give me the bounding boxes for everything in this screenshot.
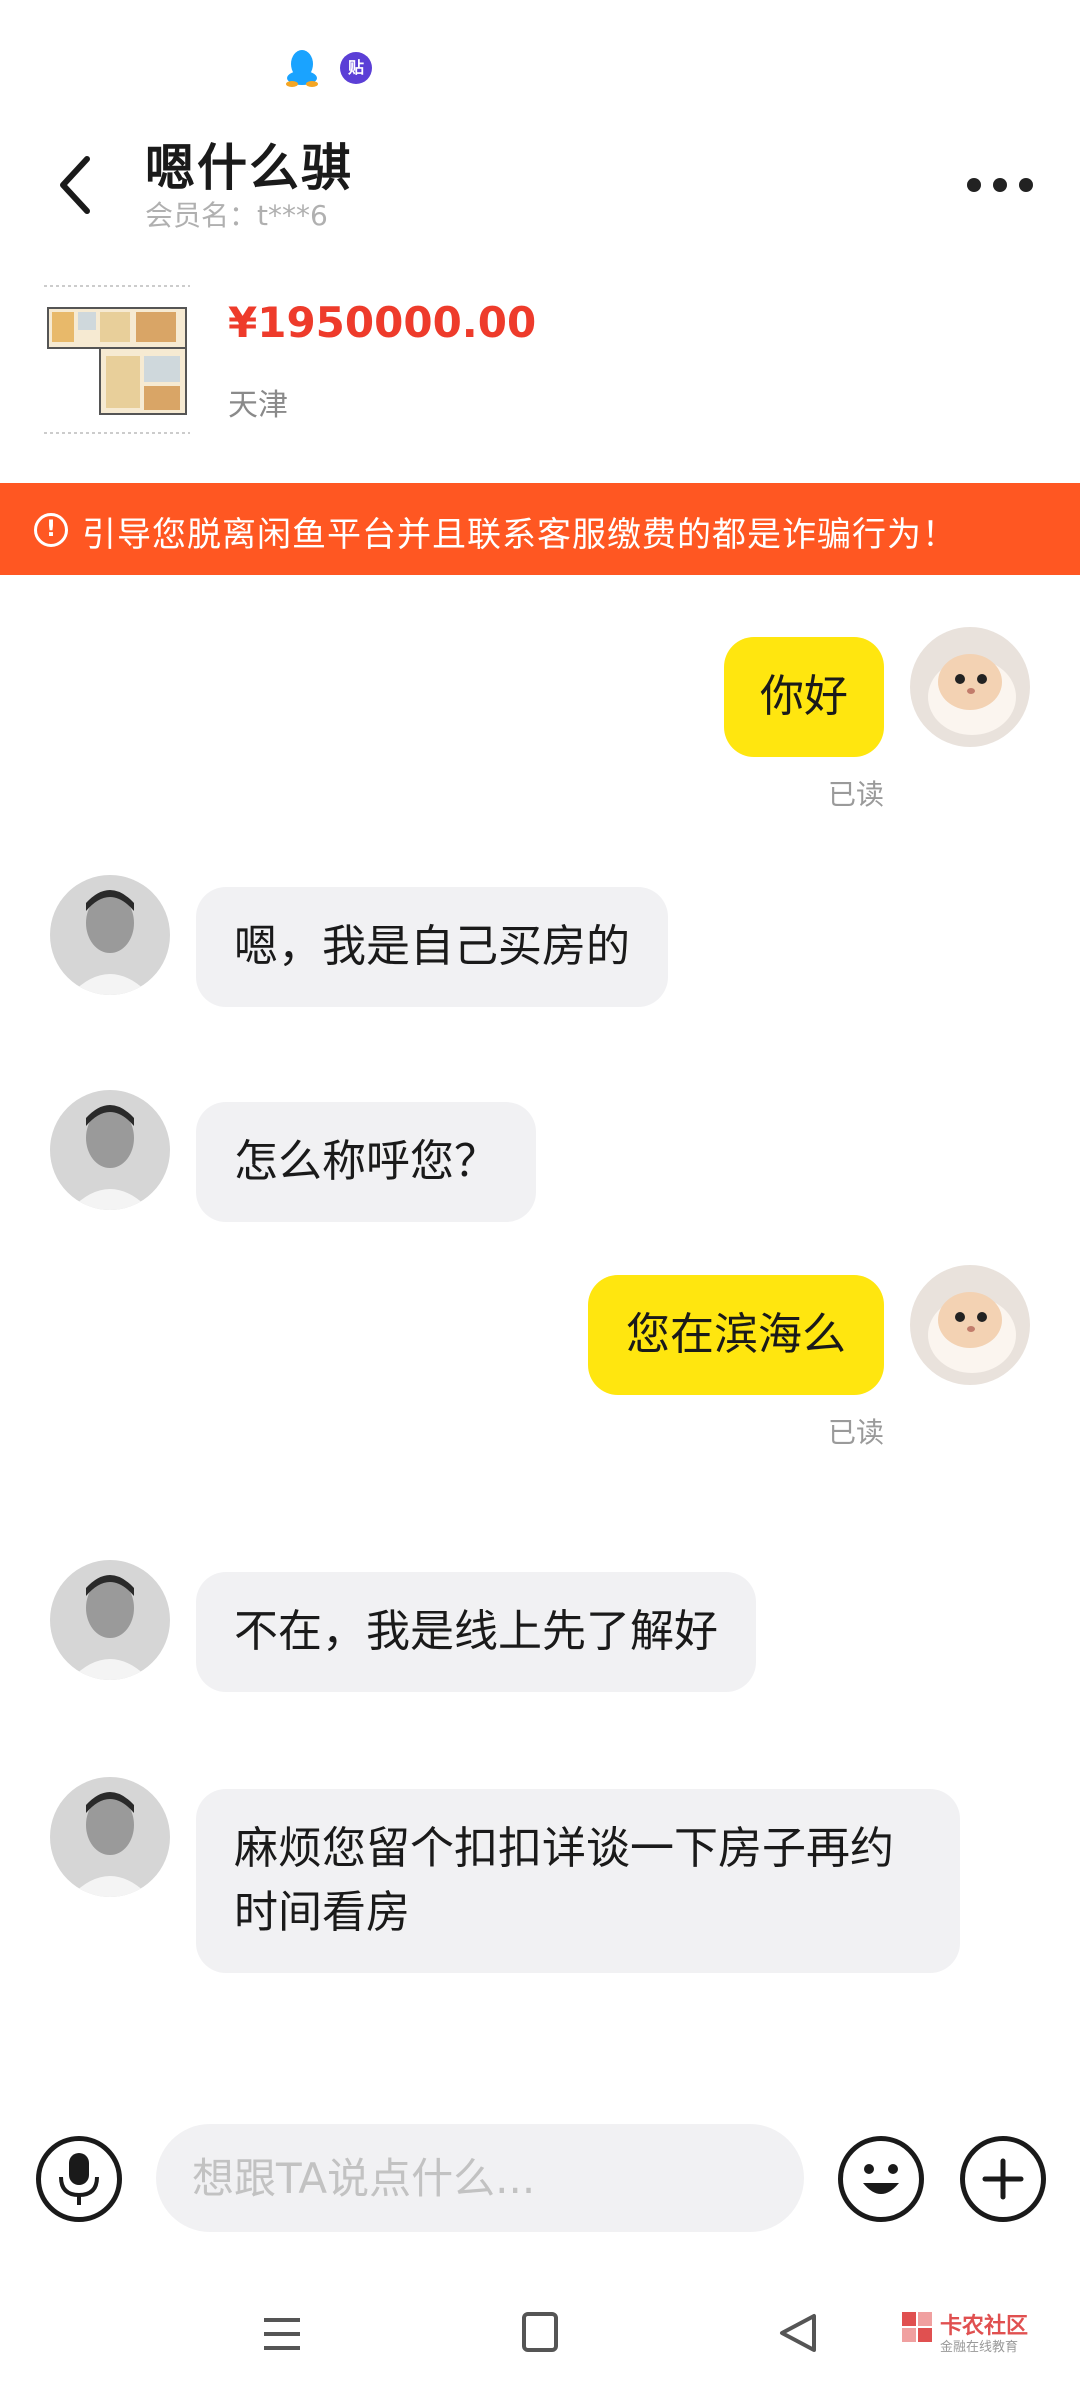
person-avatar-icon: [50, 1090, 170, 1210]
message-input[interactable]: [156, 2124, 804, 2232]
message-bubble[interactable]: 怎么称呼您？: [196, 1102, 536, 1222]
message-row: 你好 已读: [0, 575, 1080, 815]
message-row: 怎么称呼您？: [0, 1090, 1080, 1230]
chat-header: 嗯什么骐 会员名：t***6: [0, 110, 1080, 250]
home-icon[interactable]: [522, 2312, 558, 2352]
floorplan-thumbnail: [40, 282, 195, 437]
more-dot-icon: [1019, 178, 1033, 192]
message-row: 麻烦您留个扣扣详谈一下房子再约时间看房: [0, 1777, 1080, 1997]
status-bar: 贴: [0, 0, 1080, 110]
more-dot-icon: [993, 178, 1007, 192]
warning-text: 引导您脱离闲鱼平台并且联系客服缴费的都是诈骗行为！: [82, 515, 957, 555]
my-avatar[interactable]: [910, 1265, 1030, 1385]
my-avatar[interactable]: [910, 627, 1030, 747]
fraud-warning-banner: ! 引导您脱离闲鱼平台并且联系客服缴费的都是诈骗行为！: [0, 483, 1080, 575]
message-input-bar: [0, 2110, 1080, 2250]
message-row: 您在滨海么 已读: [0, 1265, 1080, 1505]
watermark: 卡农社区 金融在线教育: [900, 2304, 1060, 2364]
more-options-button[interactable]: [960, 150, 1040, 220]
kanong-logo-icon: [902, 2312, 932, 2342]
message-bubble[interactable]: 您在滨海么: [588, 1275, 884, 1395]
message-bubble[interactable]: 不在，我是线上先了解好: [196, 1572, 756, 1692]
contact-avatar[interactable]: [50, 1090, 170, 1210]
chevron-left-icon: [60, 156, 90, 214]
plus-icon: [982, 2158, 1024, 2200]
product-location: 天津: [228, 388, 288, 423]
menu-icon[interactable]: [262, 2314, 302, 2354]
warning-icon: !: [34, 513, 68, 547]
read-status: 已读: [828, 1416, 885, 1449]
product-card[interactable]: ¥1950000.00 天津: [0, 270, 1080, 450]
cat-avatar-icon: [910, 1265, 1030, 1385]
message-row: 不在，我是线上先了解好: [0, 1560, 1080, 1700]
more-dot-icon: [967, 178, 981, 192]
contact-avatar[interactable]: [50, 1777, 170, 1897]
nav-back-icon[interactable]: [778, 2312, 818, 2354]
message-bubble[interactable]: 麻烦您留个扣扣详谈一下房子再约时间看房: [196, 1789, 960, 1973]
microphone-icon: [59, 2153, 99, 2205]
smiley-icon: [863, 2164, 899, 2194]
product-price: ¥1950000.00: [228, 298, 537, 347]
watermark-subtitle: 金融在线教育: [940, 2340, 1019, 2355]
message-bubble[interactable]: 嗯，我是自己买房的: [196, 887, 668, 1007]
qq-icon: [286, 50, 318, 87]
voice-input-button[interactable]: [36, 2136, 122, 2222]
member-name: 会员名：t***6: [145, 199, 328, 232]
read-status: 已读: [828, 778, 885, 811]
contact-name: 嗯什么骐: [145, 139, 353, 197]
tieba-icon: 贴: [340, 52, 372, 84]
back-button[interactable]: [40, 140, 110, 230]
person-avatar-icon: [50, 1560, 170, 1680]
more-actions-button[interactable]: [960, 2136, 1046, 2222]
message-bubble[interactable]: 你好: [724, 637, 884, 757]
emoji-button[interactable]: [838, 2136, 924, 2222]
person-avatar-icon: [50, 875, 170, 995]
message-list[interactable]: 你好 已读 嗯，我是自己买房的 怎么称呼您？ 您在滨海么 已读 不在，我是线上先…: [0, 575, 1080, 2075]
message-row: 嗯，我是自己买房的: [0, 875, 1080, 1015]
contact-avatar[interactable]: [50, 875, 170, 995]
system-navigation-bar: 卡农社区 金融在线教育: [0, 2270, 1080, 2400]
person-avatar-icon: [50, 1777, 170, 1897]
contact-avatar[interactable]: [50, 1560, 170, 1680]
cat-avatar-icon: [910, 627, 1030, 747]
